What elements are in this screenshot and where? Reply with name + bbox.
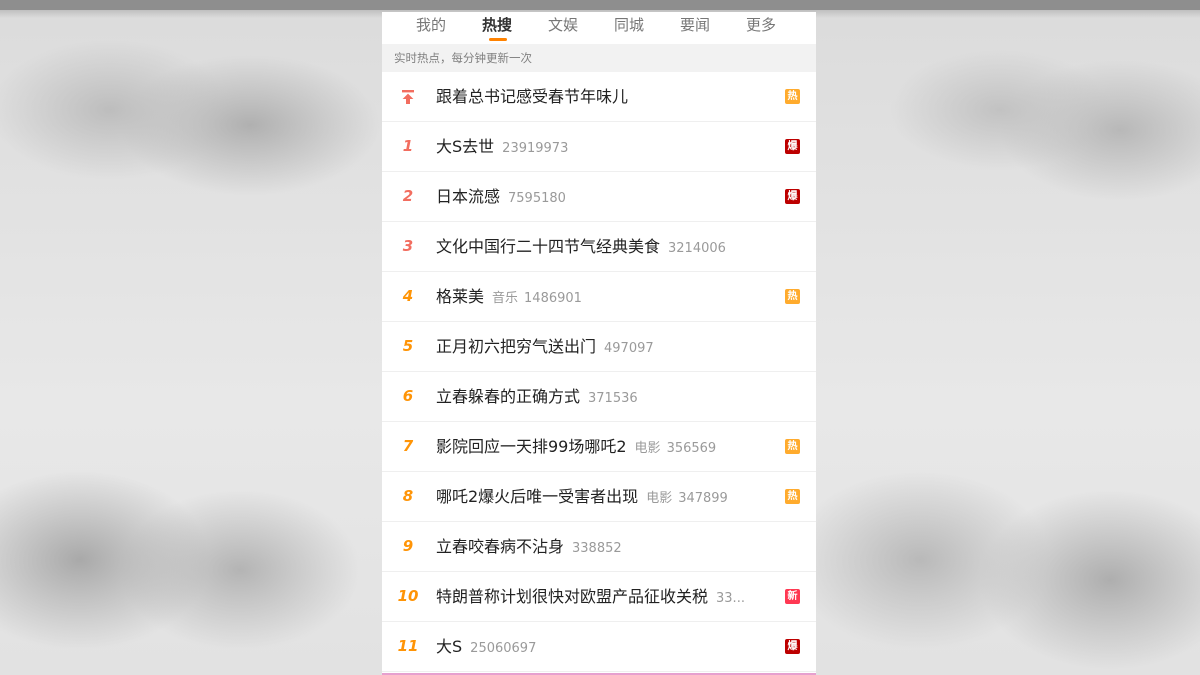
item-title: 大S bbox=[436, 637, 463, 656]
tab-bar: 我的 热搜 文娱 同城 要闻 更多 bbox=[382, 12, 816, 44]
item-title-wrap: 大S去世 23919973 bbox=[436, 122, 770, 173]
item-title: 影院回应一天排99场哪吒2 bbox=[436, 437, 627, 456]
item-title-wrap: 大S 25060697 bbox=[436, 622, 770, 673]
list-item[interactable]: 5 正月初六把穷气送出门 497097 bbox=[382, 322, 816, 372]
item-category: 音乐 bbox=[492, 291, 519, 306]
pinned-title: 跟着总书记感受春节年味儿 bbox=[436, 87, 629, 106]
item-title-wrap: 日本流感 7595180 bbox=[436, 172, 770, 223]
item-title-wrap: 影院回应一天排99场哪吒2 电影 356569 bbox=[436, 422, 770, 473]
item-title: 正月初六把穷气送出门 bbox=[436, 337, 597, 356]
pinned-row[interactable]: 跟着总书记感受春节年味儿 热 bbox=[382, 72, 816, 122]
tab-more[interactable]: 更多 bbox=[746, 14, 776, 35]
hot-badge: 热 bbox=[785, 489, 800, 504]
item-heat-count: 7595180 bbox=[508, 191, 566, 206]
rank-number: 8 bbox=[402, 487, 414, 505]
item-title-wrap: 哪吒2爆火后唯一受害者出现 电影 347899 bbox=[436, 472, 770, 523]
item-title: 日本流感 bbox=[436, 187, 501, 206]
tab-local[interactable]: 同城 bbox=[614, 14, 644, 35]
item-heat-count: 497097 bbox=[604, 341, 654, 356]
item-title-wrap: 格莱美 音乐 1486901 bbox=[436, 272, 770, 323]
tab-mine[interactable]: 我的 bbox=[416, 14, 446, 35]
active-tab-indicator bbox=[489, 38, 507, 41]
rank-number: 1 bbox=[402, 137, 414, 155]
item-title-wrap: 立春咬春病不沾身 338852 bbox=[436, 522, 770, 573]
new-badge: 新 bbox=[785, 589, 800, 604]
list-item[interactable]: 4 格莱美 音乐 1486901 热 bbox=[382, 272, 816, 322]
pin-top-icon bbox=[402, 90, 414, 104]
rank-number: 7 bbox=[402, 437, 414, 455]
item-heat-count: 371536 bbox=[588, 391, 638, 406]
update-notice: 实时热点，每分钟更新一次 bbox=[382, 44, 816, 72]
item-category: 电影 bbox=[646, 491, 673, 506]
list-item[interactable]: 1 大S去世 23919973 爆 bbox=[382, 122, 816, 172]
boom-badge: 爆 bbox=[785, 139, 800, 154]
item-heat-count: 356569 bbox=[666, 441, 717, 456]
item-category: 电影 bbox=[634, 441, 661, 456]
rank-number: 10 bbox=[397, 587, 419, 605]
item-title-wrap: 正月初六把穷气送出门 497097 bbox=[436, 322, 770, 373]
list-item[interactable]: 6 立春躲春的正确方式 371536 bbox=[382, 372, 816, 422]
item-heat-count: 23919973 bbox=[502, 141, 569, 156]
item-heat-count: 25060697 bbox=[470, 641, 537, 656]
item-heat-count: 3214006 bbox=[668, 241, 726, 256]
rank-number: 5 bbox=[402, 337, 414, 355]
list-item[interactable]: 9 立春咬春病不沾身 338852 bbox=[382, 522, 816, 572]
rank-number: 11 bbox=[397, 637, 419, 655]
item-heat-count: 33... bbox=[716, 591, 745, 606]
hot-badge: 热 bbox=[785, 439, 800, 454]
hot-search-list: 跟着总书记感受春节年味儿 热 1 大S去世 23919973 爆 2 日本流感 759518… bbox=[382, 72, 816, 672]
list-item[interactable]: 8 哪吒2爆火后唯一受害者出现 电影 347899 热 bbox=[382, 472, 816, 522]
tab-news[interactable]: 要闻 bbox=[680, 14, 710, 35]
item-heat-count: 338852 bbox=[572, 541, 622, 556]
item-heat-count: 1486901 bbox=[524, 291, 582, 306]
rank-number: 2 bbox=[402, 187, 414, 205]
rank-number: 9 bbox=[402, 537, 414, 555]
boom-badge: 爆 bbox=[785, 189, 800, 204]
item-title: 格莱美 bbox=[436, 287, 485, 306]
item-title: 文化中国行二十四节气经典美食 bbox=[436, 237, 661, 256]
hot-badge: 热 bbox=[785, 289, 800, 304]
rank-number: 6 bbox=[402, 387, 414, 405]
list-item[interactable]: 7 影院回应一天排99场哪吒2 电影 356569 热 bbox=[382, 422, 816, 472]
pinned-title-wrap: 跟着总书记感受春节年味儿 bbox=[436, 72, 770, 121]
list-item[interactable]: 2 日本流感 7595180 爆 bbox=[382, 172, 816, 222]
item-title: 特朗普称计划很快对欧盟产品征收关税 bbox=[436, 587, 709, 606]
list-item[interactable]: 10 特朗普称计划很快对欧盟产品征收关税 33... 新 bbox=[382, 572, 816, 622]
item-title: 立春咬春病不沾身 bbox=[436, 537, 565, 556]
item-title: 哪吒2爆火后唯一受害者出现 bbox=[436, 487, 639, 506]
rank-number: 3 bbox=[402, 237, 414, 255]
hot-badge: 热 bbox=[785, 89, 800, 104]
tab-hot-search[interactable]: 热搜 bbox=[482, 14, 512, 35]
boom-badge: 爆 bbox=[785, 639, 800, 654]
hot-search-panel: 我的 热搜 文娱 同城 要闻 更多 实时热点，每分钟更新一次 跟着总书记感受春节… bbox=[382, 12, 816, 675]
list-item[interactable]: 11 大S 25060697 爆 bbox=[382, 622, 816, 672]
item-title-wrap: 特朗普称计划很快对欧盟产品征收关税 33... bbox=[436, 572, 770, 623]
item-title: 大S去世 bbox=[436, 137, 495, 156]
list-item[interactable]: 3 文化中国行二十四节气经典美食 3214006 bbox=[382, 222, 816, 272]
rank-number: 4 bbox=[402, 287, 414, 305]
item-heat-count: 347899 bbox=[678, 491, 728, 506]
item-title-wrap: 文化中国行二十四节气经典美食 3214006 bbox=[436, 222, 770, 273]
item-title: 立春躲春的正确方式 bbox=[436, 387, 581, 406]
item-title-wrap: 立春躲春的正确方式 371536 bbox=[436, 372, 770, 423]
tab-entertainment[interactable]: 文娱 bbox=[548, 14, 578, 35]
